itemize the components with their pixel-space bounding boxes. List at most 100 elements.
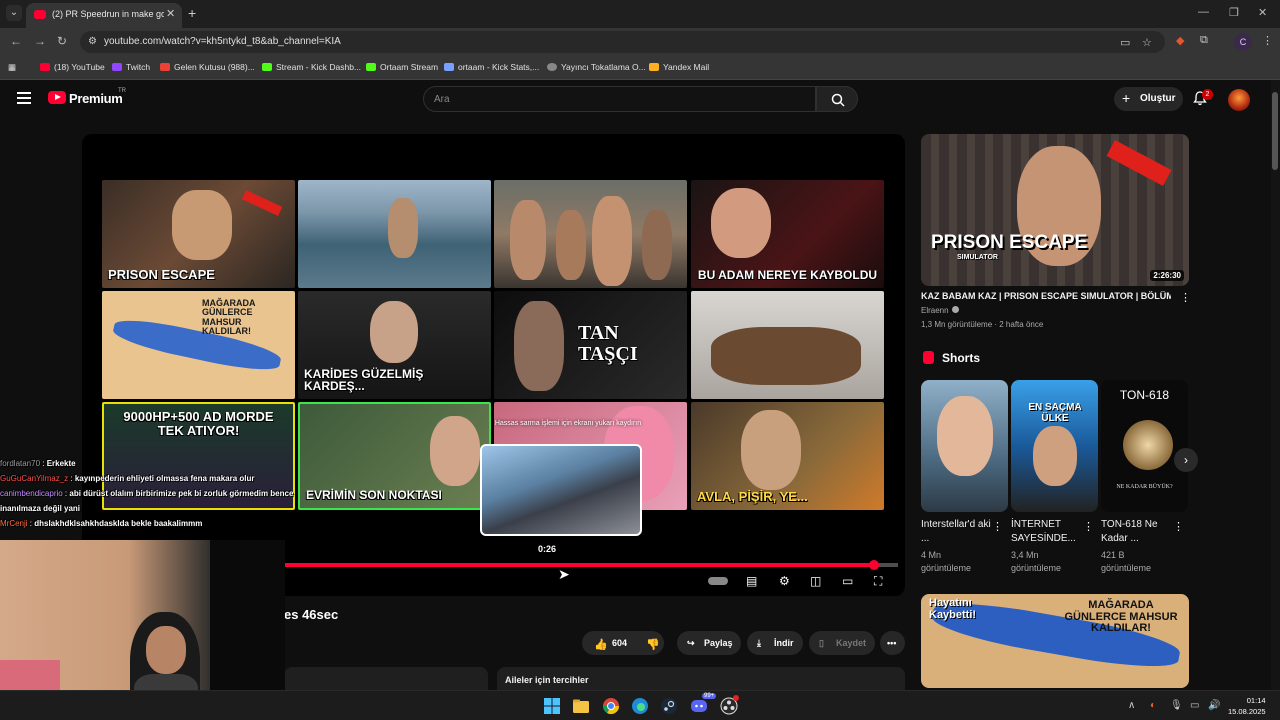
extension-icon[interactable]: ◆ — [1176, 34, 1184, 47]
bookmark-twitch[interactable]: Twitch — [112, 62, 150, 72]
apps-grid-icon[interactable]: ▦ — [8, 62, 16, 73]
theater-mode-icon[interactable]: ▭ — [842, 574, 853, 588]
clock-time: 01:14 — [1246, 696, 1266, 705]
tab-close-icon[interactable]: ✕ — [166, 7, 175, 20]
subtitles-icon[interactable]: ▤ — [746, 574, 757, 588]
browser-toolbar: ← → ↻ ⚙ youtube.com/watch?v=kh5ntykd_t8&… — [0, 28, 1280, 56]
short-title[interactable]: TON-618 Ne Kadar ... — [1101, 518, 1173, 545]
browser-tab-active[interactable]: (2) PR Speedrun in make good ✕ — [26, 3, 182, 28]
search-input[interactable]: Ara — [423, 86, 816, 112]
chrome-icon[interactable] — [602, 697, 620, 715]
volume-icon[interactable]: 🔊 — [1208, 700, 1220, 711]
bookmark-label: ortaam - Kick Stats,... — [458, 62, 540, 72]
miniplayer-icon[interactable]: ◫ — [810, 574, 821, 588]
like-icon[interactable]: 👍 — [594, 638, 608, 651]
extensions-puzzle-icon[interactable]: ⧉ — [1200, 34, 1208, 47]
end-screen-video[interactable]: KARİDES GÜZELMİŞ KARDEŞ... — [298, 291, 491, 399]
bookmark-ortaam-stream[interactable]: Ortaam Stream — [366, 62, 438, 72]
file-explorer-icon[interactable] — [572, 697, 590, 715]
thumbnail-subtitle-text: SIMULATOR — [957, 254, 998, 261]
save-button[interactable]: ▯ Kaydet — [809, 631, 875, 655]
page-scrollbar[interactable] — [1271, 80, 1280, 690]
window-close-icon[interactable]: ✕ — [1258, 6, 1267, 19]
chat-username[interactable]: fordlatan70 — [0, 459, 40, 468]
dislike-icon[interactable]: 👎 — [646, 638, 660, 651]
menu-icon[interactable] — [17, 92, 31, 104]
short-thumbnail[interactable]: TON-618 NE KADAR BÜYÜK? — [1101, 380, 1188, 512]
end-screen-video[interactable]: PRISON ESCAPE — [102, 180, 295, 288]
end-screen-video[interactable] — [494, 180, 687, 288]
bookmark-yandex-mail[interactable]: Yandex Mail — [649, 62, 709, 72]
account-avatar[interactable] — [1228, 89, 1250, 111]
youtube-logo-icon[interactable] — [48, 91, 66, 104]
end-screen-video[interactable]: MAĞARADA GÜNLERCE MAHSUR KALDILAR! — [102, 291, 295, 399]
chat-username[interactable]: GuGuCanYilmaz_z — [0, 474, 68, 483]
short-more-icon[interactable]: ⋮ — [1083, 520, 1094, 533]
bookmark-gmail[interactable]: Gelen Kutusu (988)... — [160, 62, 255, 72]
shorts-next-icon[interactable]: › — [1174, 448, 1198, 472]
tray-chevron-up-icon[interactable]: ∧ — [1128, 700, 1135, 711]
recommended-video-thumbnail[interactable]: PRISON ESCAPE SIMULATOR 2:26:30 — [921, 134, 1189, 286]
browser-menu-icon[interactable]: ⋮ — [1262, 34, 1273, 47]
site-info-icon[interactable]: ⚙ — [88, 36, 97, 47]
more-options-icon[interactable]: ⋮ — [1180, 291, 1191, 304]
forward-icon[interactable]: → — [34, 34, 46, 48]
tab-search-icon[interactable]: ⌄ — [6, 5, 22, 21]
fullscreen-icon[interactable]: ⛶ — [874, 574, 882, 589]
more-actions-button[interactable]: ••• — [880, 631, 905, 655]
chat-message: canimbendicaprio : abi dürüst olalım bir… — [0, 486, 340, 501]
progress-scrubber[interactable] — [869, 560, 880, 570]
create-button[interactable]: + Oluştur — [1114, 87, 1183, 111]
bookmark-star-icon[interactable]: ☆ — [1142, 36, 1152, 49]
back-icon[interactable]: ← — [10, 34, 22, 48]
profile-avatar[interactable]: C — [1234, 33, 1252, 51]
network-icon[interactable]: ▭ — [1190, 700, 1199, 711]
autoplay-toggle[interactable] — [708, 577, 728, 585]
edge-icon[interactable] — [631, 697, 649, 715]
new-tab-icon[interactable]: + — [188, 5, 196, 21]
video-title: es 46sec — [284, 607, 339, 622]
tray-app-icon[interactable]: ◐ — [1150, 700, 1156, 711]
short-views: 421 B görüntüleme — [1101, 550, 1152, 573]
bookmark-kick-stats[interactable]: ortaam - Kick Stats,... — [444, 62, 539, 72]
end-screen-video[interactable] — [298, 180, 491, 288]
bookmark-label: Gelen Kutusu (988)... — [174, 62, 255, 72]
bookmark-label: Stream - Kick Dashb... — [276, 62, 362, 72]
chat-username[interactable]: MrCenji — [0, 519, 28, 528]
cast-icon[interactable]: ▭ — [1120, 36, 1130, 49]
share-button[interactable]: ↪ Paylaş — [677, 631, 741, 655]
system-clock[interactable]: 01:14 15.08.2025 — [1228, 695, 1266, 717]
recommended-video-thumbnail[interactable]: Hayatını Kaybetti! MAĞARADA GÜNLERCE MAH… — [921, 594, 1189, 688]
channel-name[interactable]: Elraenn — [921, 306, 959, 315]
short-more-icon[interactable]: ⋮ — [992, 520, 1003, 533]
chat-username[interactable]: canimbendicaprio — [0, 489, 63, 498]
restore-icon[interactable]: ❐ — [1229, 6, 1239, 19]
bookmark-youtube[interactable]: (18) YouTube — [40, 62, 105, 72]
settings-gear-icon[interactable]: ⚙ — [779, 574, 790, 588]
end-screen-video[interactable]: TAN TAŞÇI — [494, 291, 687, 399]
short-title[interactable]: İNTERNET SAYESİNDE... — [1011, 518, 1083, 545]
short-thumbnail[interactable] — [921, 380, 1008, 512]
download-button[interactable]: ⤓ İndir — [747, 631, 803, 655]
recommended-video-title[interactable]: KAZ BABAM KAZ | PRISON ESCAPE SIMULATOR … — [921, 291, 1171, 301]
bookmark-kick-dashboard[interactable]: Stream - Kick Dashb... — [262, 62, 361, 72]
search-button[interactable] — [816, 86, 858, 112]
red-arrow-icon — [241, 190, 283, 216]
end-screen-video[interactable]: AVLA, PİŞİR, YE... — [691, 402, 884, 510]
steam-icon[interactable] — [660, 697, 678, 715]
like-count[interactable]: 604 — [612, 638, 627, 648]
reload-icon[interactable]: ↻ — [57, 34, 67, 48]
windows-start-icon[interactable] — [543, 697, 561, 715]
end-screen-video[interactable]: BU ADAM NEREYE KAYBOLDU — [691, 180, 884, 288]
bookmark-yayinci[interactable]: Yayıncı Tokatlama O... — [547, 62, 646, 72]
address-bar[interactable]: ⚙ youtube.com/watch?v=kh5ntykd_t8&ab_cha… — [80, 31, 1165, 53]
page-scrollbar-thumb[interactable] — [1272, 92, 1278, 170]
minimize-icon[interactable]: — — [1198, 6, 1209, 18]
premium-brand[interactable]: Premium — [69, 91, 123, 106]
end-screen-video[interactable] — [691, 291, 884, 399]
short-thumbnail[interactable]: EN SAÇMA ÜLKE — [1011, 380, 1098, 512]
short-more-icon[interactable]: ⋮ — [1173, 520, 1184, 533]
microphone-icon[interactable]: 🎙 — [1170, 700, 1183, 711]
discord-icon[interactable] — [690, 697, 708, 715]
short-title[interactable]: Interstellar'd aki ... — [921, 518, 993, 545]
